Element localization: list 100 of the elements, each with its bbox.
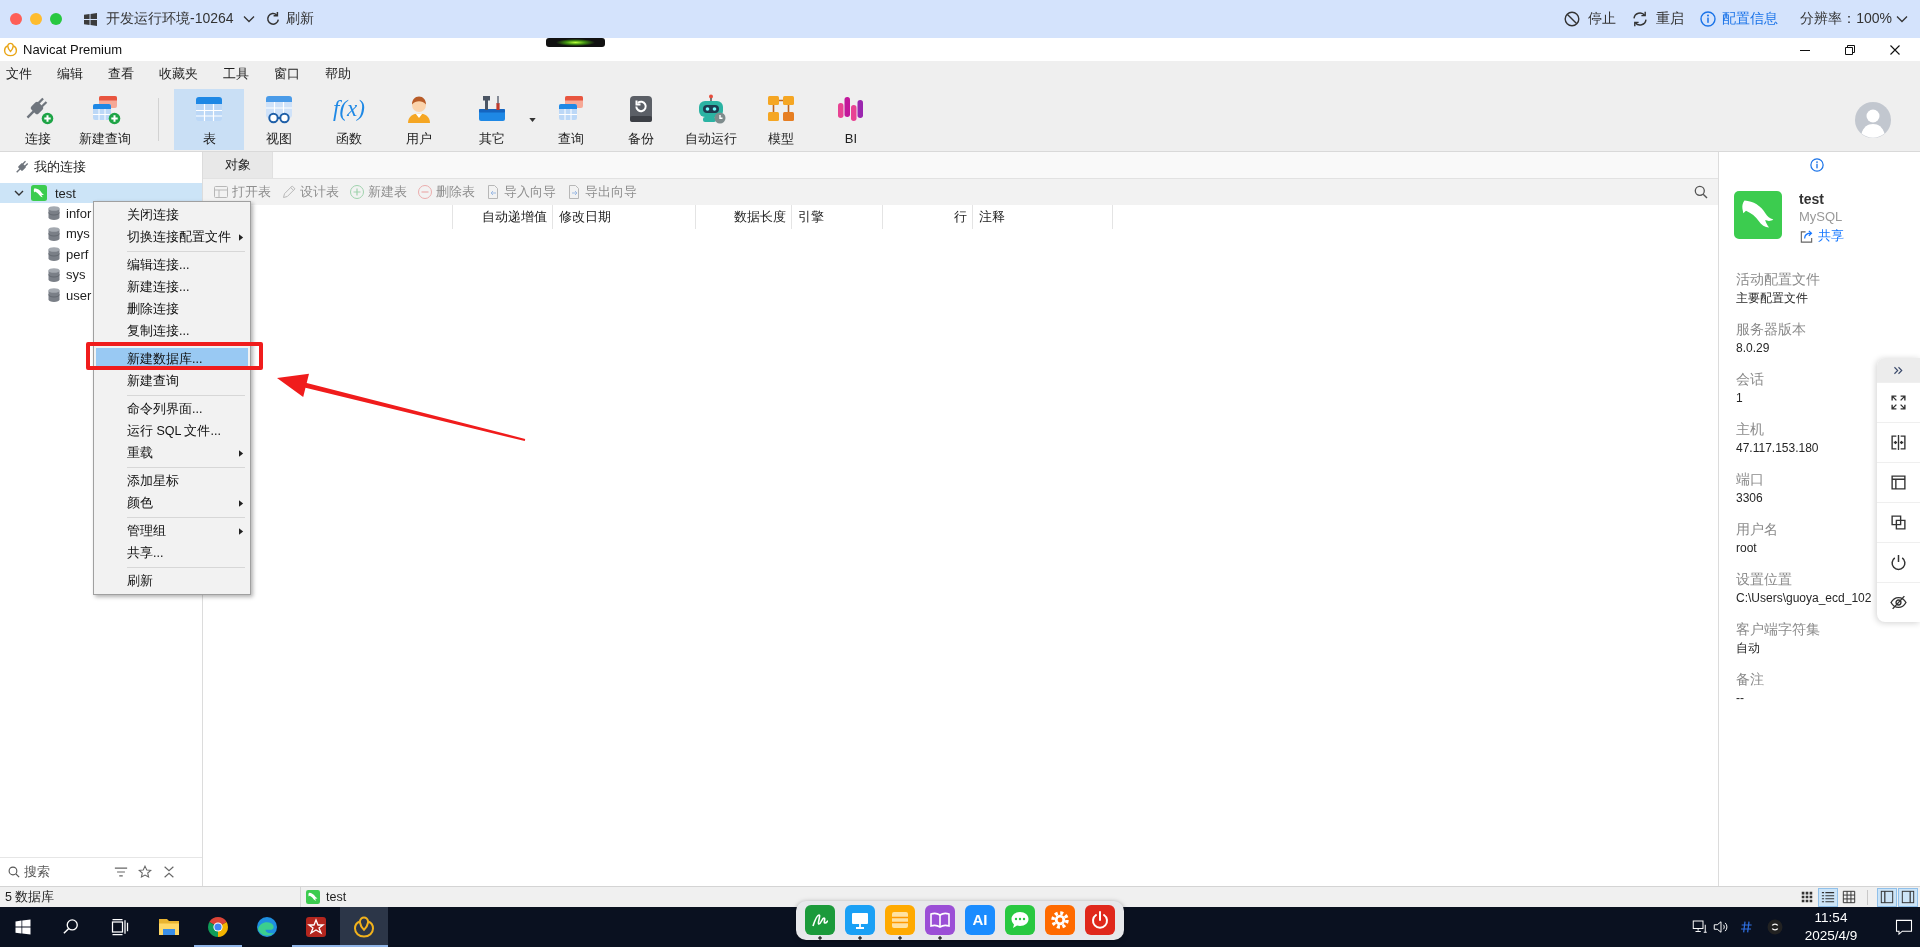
toolbar-button[interactable]: 新建查询 — [71, 89, 138, 150]
menu-bar-item[interactable]: 编辑 — [57, 65, 83, 83]
menu-item[interactable]: 颜色 — [96, 492, 248, 514]
column-header[interactable]: 注释 — [979, 208, 1005, 226]
toolbar-button[interactable]: f(x) 函数 — [314, 89, 384, 150]
tab[interactable]: 对象 — [203, 152, 273, 178]
clock-time[interactable]: 11:54 — [1814, 909, 1848, 927]
menu-bar-item[interactable]: 收藏夹 — [159, 65, 198, 83]
panel-toggle-button[interactable] — [1877, 887, 1897, 907]
dock-app-button[interactable] — [845, 905, 875, 940]
zoom-dot-icon[interactable] — [50, 13, 62, 25]
menu-item[interactable]: 刷新 — [96, 570, 248, 592]
search-field[interactable]: 搜索 — [24, 865, 104, 879]
connection-name: test — [1799, 191, 1824, 208]
toolbar-button[interactable]: 视图 — [244, 89, 314, 150]
toolbar-button[interactable]: 连接 — [4, 89, 71, 150]
toolbar-button[interactable]: 模型 — [746, 89, 816, 150]
search-icon[interactable] — [1694, 185, 1708, 199]
task-view-icon[interactable] — [110, 917, 130, 937]
connection-type: MySQL — [1799, 208, 1843, 226]
column-header[interactable]: 数据长度 — [734, 208, 786, 226]
menu-item[interactable]: 关闭连接 — [96, 204, 248, 226]
menu-item[interactable]: 新建连接... — [96, 276, 248, 298]
menu-item[interactable]: 命令列界面... — [96, 398, 248, 420]
search-icon[interactable] — [61, 917, 81, 937]
toolbar-button[interactable]: 查询 — [536, 89, 606, 150]
start-icon[interactable] — [14, 918, 32, 936]
environment-dropdown[interactable]: 开发运行环境-10264 — [84, 10, 255, 28]
tree-item[interactable]: test — [0, 183, 202, 203]
refresh-button[interactable]: 刷新 — [264, 10, 314, 28]
menu-bar-item[interactable]: 帮助 — [325, 65, 351, 83]
tree-item[interactable]: user — [46, 285, 92, 306]
toolbar-button[interactable]: 用户 — [384, 89, 454, 150]
menu-item[interactable]: 切换连接配置文件 — [96, 226, 248, 248]
menu-item[interactable]: 添加星标 — [96, 470, 248, 492]
tree-item[interactable]: infor — [46, 203, 92, 224]
tree-item[interactable]: perf — [46, 244, 89, 265]
copy-icon[interactable] — [1890, 514, 1907, 531]
toolbar-button[interactable]: 备份 — [606, 89, 676, 150]
menu-bar-item[interactable]: 工具 — [223, 65, 249, 83]
view-mode-button[interactable] — [1818, 887, 1838, 907]
resolution-dropdown[interactable]: 分辨率：100% — [1800, 10, 1908, 28]
tree-item[interactable]: sys — [46, 264, 86, 285]
toolbar-button[interactable]: 表 — [174, 89, 244, 150]
minimize-dot-icon[interactable] — [30, 13, 42, 25]
close-icon[interactable] — [1889, 44, 1900, 55]
collapse-icon[interactable] — [162, 865, 176, 879]
menu-item[interactable]: 运行 SQL 文件... — [96, 420, 248, 442]
tray-app-icon[interactable] — [1766, 918, 1784, 936]
power-icon[interactable] — [1890, 554, 1907, 571]
menu-item[interactable]: 共享... — [96, 542, 248, 564]
split-view-icon[interactable] — [1890, 434, 1907, 451]
menu-item[interactable]: 新建查询 — [96, 370, 248, 392]
column-header[interactable]: 自动递增值 — [482, 208, 547, 226]
menu-bar-item[interactable]: 文件 — [6, 65, 32, 83]
notification-icon[interactable] — [1894, 917, 1914, 937]
toolbar-button[interactable]: 其它 — [454, 89, 536, 150]
eye-slash-icon[interactable] — [1890, 594, 1907, 611]
app-logo-icon — [3, 42, 18, 57]
close-dot-icon[interactable] — [10, 13, 22, 25]
info-icon[interactable] — [1810, 158, 1824, 172]
field-value: 主要配置文件 — [1736, 290, 1808, 307]
panel-toggle-button[interactable] — [1898, 887, 1918, 907]
column-header[interactable]: 行 — [954, 208, 967, 226]
toolbar-button[interactable]: BI — [816, 89, 886, 150]
field-label: 服务器版本 — [1736, 321, 1806, 339]
column-header[interactable]: 引擎 — [798, 208, 824, 226]
dock-app-button[interactable] — [805, 905, 835, 940]
menu-item[interactable]: 管理组 — [96, 520, 248, 542]
restart-button[interactable]: 重启 — [1632, 10, 1685, 28]
stop-button[interactable]: 停止 — [1564, 10, 1617, 28]
tree-item[interactable]: 我的连接 — [0, 157, 202, 177]
star-icon[interactable] — [138, 865, 152, 879]
share-link[interactable]: 共享 — [1799, 227, 1844, 245]
layout-icon[interactable] — [1890, 474, 1907, 491]
input-method-icon[interactable] — [1739, 919, 1755, 935]
list-icon — [1821, 890, 1835, 904]
expand-icon[interactable] — [1890, 394, 1907, 411]
menu-item[interactable]: 编辑连接... — [96, 254, 248, 276]
menu-bar-item[interactable]: 窗口 — [274, 65, 300, 83]
toolbar-button[interactable]: 自动运行 — [676, 89, 746, 150]
taskbar-button[interactable] — [340, 907, 388, 947]
tree-item[interactable]: mys — [46, 223, 90, 244]
field-label: 会话 — [1736, 371, 1764, 389]
volume-icon[interactable] — [1712, 918, 1730, 936]
restore-icon[interactable] — [1844, 44, 1855, 55]
dock-app-button[interactable] — [925, 905, 955, 940]
filter-icon[interactable] — [114, 865, 128, 879]
menu-item[interactable]: 重载 — [96, 442, 248, 464]
field-label: 端口 — [1736, 471, 1764, 489]
dolphin-icon — [31, 185, 47, 201]
menu-item[interactable]: 删除连接 — [96, 298, 248, 320]
column-header[interactable]: 修改日期 — [559, 208, 611, 226]
network-icon[interactable] — [1691, 918, 1709, 936]
clock-date[interactable]: 2025/4/9 — [1804, 927, 1858, 945]
chevron-down-icon[interactable] — [14, 188, 24, 198]
config-info-link[interactable]: 配置信息 — [1700, 10, 1779, 28]
menu-bar-item[interactable]: 查看 — [108, 65, 134, 83]
table-icon — [213, 184, 229, 200]
menu-item[interactable]: 复制连接... — [96, 320, 248, 342]
